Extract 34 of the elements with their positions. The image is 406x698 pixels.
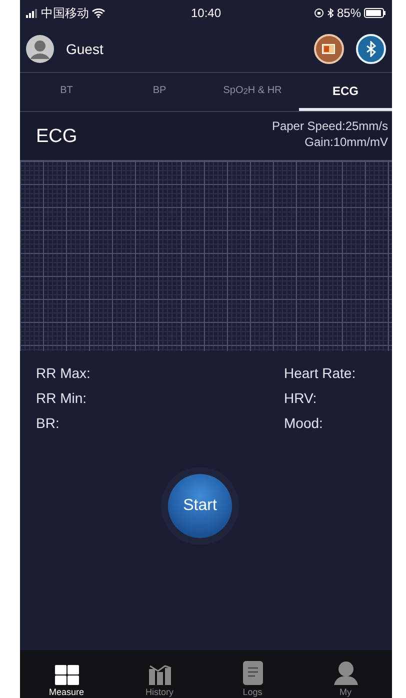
stat-label: Mood: bbox=[284, 415, 324, 431]
tab[interactable]: BP bbox=[113, 73, 206, 111]
gain-setting: Gain:10mm/mV bbox=[304, 134, 388, 150]
clock-time: 10:40 bbox=[190, 6, 222, 20]
start-button[interactable]: Start bbox=[168, 474, 232, 538]
battery-percent: 85% bbox=[336, 6, 361, 20]
signal-icon bbox=[26, 8, 38, 18]
stat-label: Heart Rate: bbox=[284, 365, 357, 381]
bluetooth-button[interactable] bbox=[356, 34, 386, 64]
battery-status-button[interactable] bbox=[314, 34, 344, 64]
stat-label: RR Min: bbox=[36, 390, 88, 406]
avatar-icon[interactable] bbox=[26, 35, 54, 63]
document-icon bbox=[242, 661, 262, 685]
nav-tab[interactable]: Measure bbox=[20, 650, 113, 698]
chart-icon bbox=[146, 663, 172, 685]
nav-tab[interactable]: History bbox=[113, 650, 206, 698]
nav-tab[interactable]: Logs bbox=[206, 650, 299, 698]
wifi-icon bbox=[92, 8, 105, 18]
grid-icon bbox=[54, 665, 78, 685]
person-icon bbox=[332, 661, 360, 685]
user-name: Guest bbox=[66, 41, 104, 57]
bluetooth-icon bbox=[326, 8, 334, 18]
chart-title: ECG bbox=[36, 126, 78, 148]
battery-icon bbox=[322, 44, 336, 54]
tab[interactable]: BT bbox=[20, 73, 113, 111]
stat-label: BR: bbox=[36, 415, 60, 431]
battery-icon bbox=[364, 8, 386, 18]
stat-label: RR Max: bbox=[36, 365, 92, 381]
paper-speed: Paper Speed:25mm/s bbox=[272, 118, 388, 134]
nav-tab[interactable]: My bbox=[299, 650, 392, 698]
stat-label: HRV: bbox=[284, 390, 318, 406]
lock-rotation-icon bbox=[314, 8, 324, 18]
carrier-name: 中国移动 bbox=[41, 4, 89, 22]
bluetooth-icon bbox=[366, 41, 376, 57]
